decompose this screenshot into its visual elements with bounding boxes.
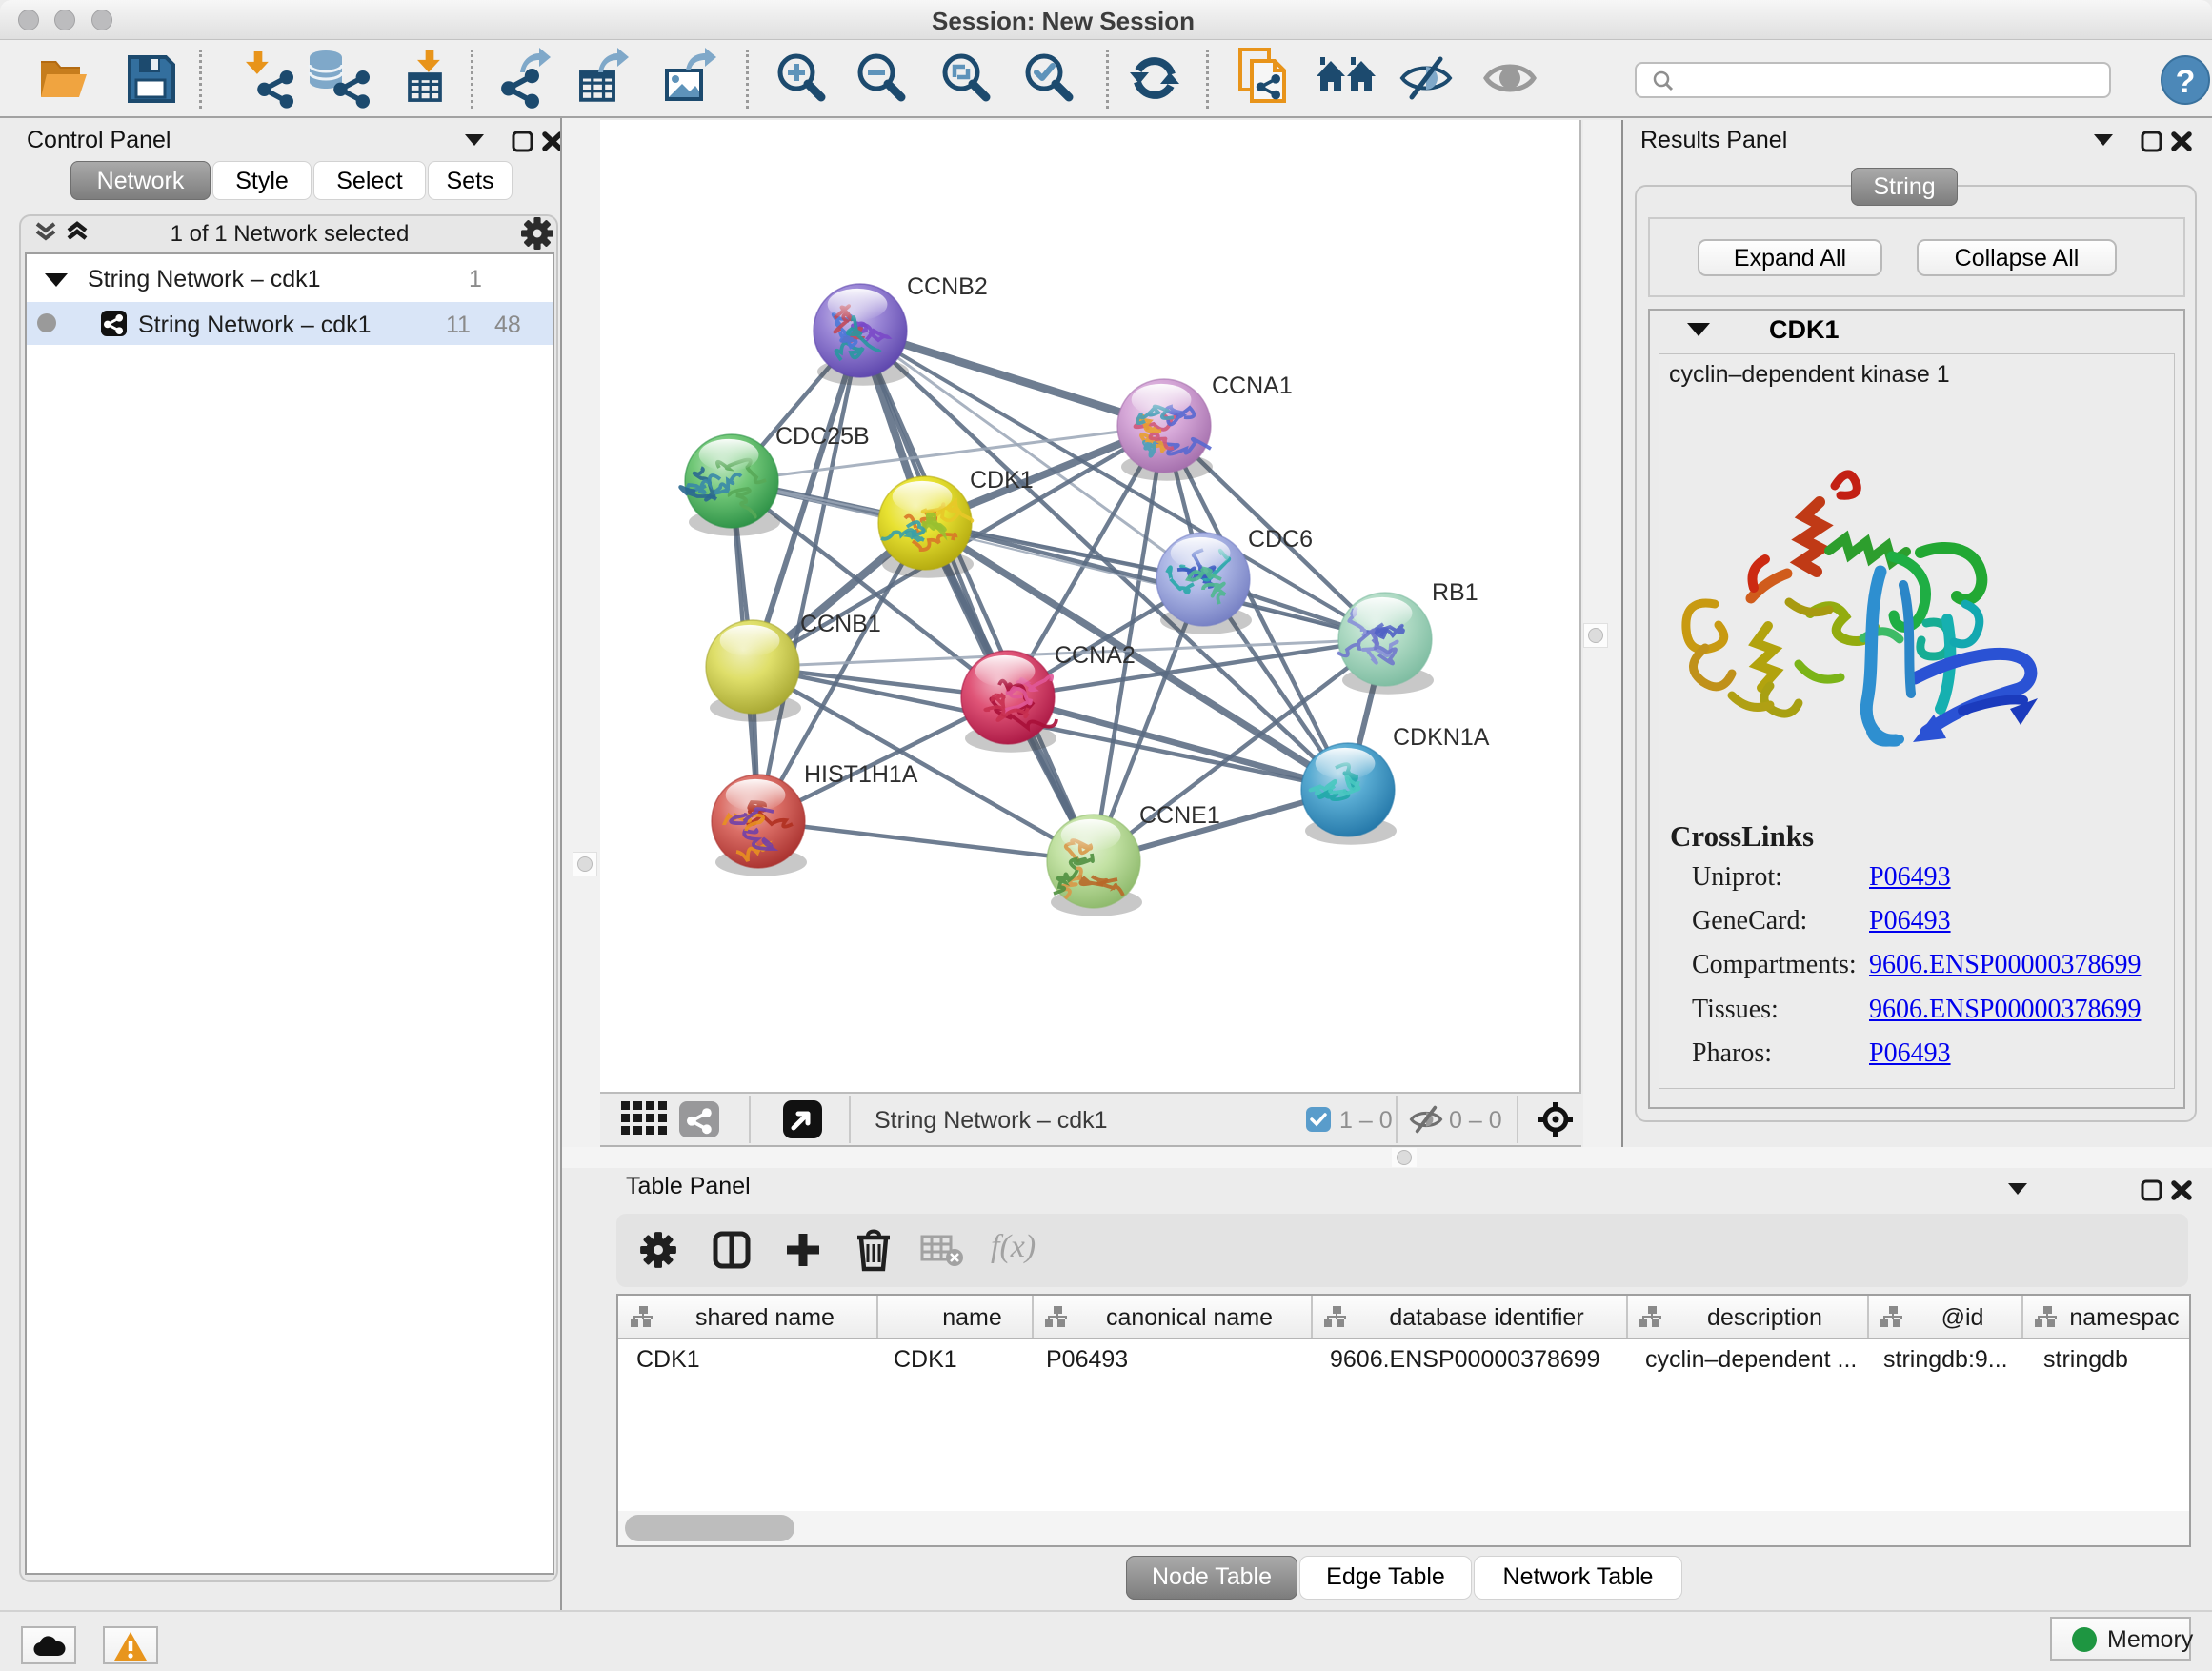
svg-text:CDC25B: CDC25B [775,423,870,450]
svg-text:CCNE1: CCNE1 [1139,802,1220,829]
svg-text:RB1: RB1 [1432,579,1478,606]
svg-text:CCNA1: CCNA1 [1212,372,1293,399]
svg-text:HIST1H1A: HIST1H1A [804,761,918,788]
svg-text:CDC6: CDC6 [1248,526,1313,553]
svg-text:CDKN1A: CDKN1A [1393,724,1490,751]
svg-text:CCNA2: CCNA2 [1055,642,1136,669]
svg-text:CCNB2: CCNB2 [907,273,988,300]
svg-text:CDK1: CDK1 [970,467,1034,493]
svg-text:CCNB1: CCNB1 [800,611,881,637]
